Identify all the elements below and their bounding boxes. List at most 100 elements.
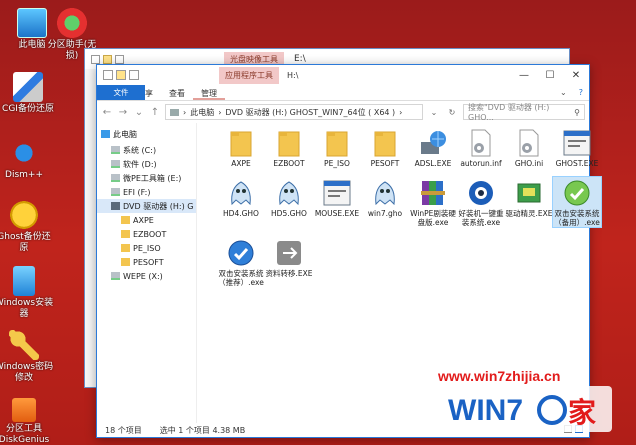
network-globe-icon — [409, 127, 457, 159]
nav-item-label: EFI (F:) — [123, 187, 151, 197]
breadcrumb-item[interactable]: 此电脑 — [190, 107, 214, 118]
window-controls: — ☐ ✕ — [511, 65, 589, 85]
ghost-file-icon — [217, 177, 265, 209]
file-name: win7.gho — [367, 209, 403, 218]
folder-icon — [121, 216, 130, 224]
nav-item-label: 系统 (C:) — [123, 145, 157, 155]
nav-item[interactable]: PE_ISO — [97, 241, 196, 255]
install-green-icon — [553, 177, 601, 209]
file-item[interactable]: PE_ISO — [313, 127, 361, 168]
file-name: PE_ISO — [324, 159, 350, 168]
file-name: HD5.GHO — [271, 209, 307, 218]
nav-item[interactable]: EZBOOT — [97, 227, 196, 241]
search-input[interactable]: 搜索"DVD 驱动器 (H:) GHO... ⚲ — [463, 103, 585, 122]
context-tab-app-tools[interactable]: 应用程序工具 — [219, 66, 279, 84]
folder-icon — [313, 127, 361, 159]
folder-icon — [217, 127, 265, 159]
nav-item[interactable]: DVD 驱动器 (H:) G — [97, 199, 196, 213]
file-item[interactable]: GHO.ini — [505, 127, 553, 168]
win7-logo: WIN7 家 — [442, 386, 612, 432]
desktop-icon-windows-password[interactable]: Windows密码修改 — [0, 330, 54, 384]
computer-icon — [101, 130, 110, 138]
file-item[interactable]: HD4.GHO — [217, 177, 265, 218]
nav-item-label: 此电脑 — [113, 129, 137, 139]
file-name: autorun.inf — [460, 159, 502, 168]
file-name: 好装机一键重装系统.exe — [458, 209, 504, 227]
desktop-icon-label: Ghost备份还原 — [0, 232, 51, 253]
folder-icon — [265, 127, 313, 159]
file-item[interactable]: MOUSE.EXE — [313, 177, 361, 218]
address-bar[interactable]: › 此电脑 › DVD 驱动器 (H:) GHOST_WIN7_64位 ( X6… — [165, 104, 423, 120]
file-item[interactable]: AXPE — [217, 127, 265, 168]
nav-item[interactable]: AXPE — [97, 213, 196, 227]
desktop-icon-cgi[interactable]: CGI备份还原 — [0, 72, 58, 115]
file-item[interactable]: GHOST.EXE — [553, 127, 601, 168]
file-item[interactable]: 驱动精灵.EXE — [505, 177, 553, 218]
address-drive-icon — [170, 108, 179, 116]
folder-icon — [361, 127, 409, 159]
back-window-title: E:\ — [294, 54, 306, 64]
refresh-icon[interactable]: ↻ — [445, 108, 459, 117]
minimize-button[interactable]: — — [511, 65, 537, 85]
ribbon-tabs: 文件 主页 共享 查看 管理 ⌄ ? — [97, 85, 589, 101]
file-item[interactable]: 好装机一键重装系统.exe — [457, 177, 505, 227]
settings-file-icon — [505, 127, 553, 159]
desktop-icon-windows-installer[interactable]: Windows安装器 — [0, 266, 54, 320]
new-folder-icon[interactable] — [116, 70, 126, 80]
file-item[interactable]: ADSL.EXE — [409, 127, 457, 168]
address-dropdown-icon[interactable]: ⌄ — [427, 108, 441, 117]
tab-view[interactable]: 查看 — [161, 85, 193, 100]
file-item[interactable]: 双击安装系统（推荐）.exe — [217, 237, 265, 287]
drive-icon — [111, 160, 120, 168]
file-name: MOUSE.EXE — [314, 209, 360, 218]
ghost-file-icon — [361, 177, 409, 209]
file-item[interactable]: autorun.inf — [457, 127, 505, 168]
file-item[interactable]: PESOFT — [361, 127, 409, 168]
desktop-icon-ghost[interactable]: Ghost备份还原 — [0, 200, 54, 254]
help-icon[interactable]: ? — [573, 85, 589, 100]
tab-manage[interactable]: 管理 — [193, 85, 225, 100]
nav-item[interactable]: PESOFT — [97, 255, 196, 269]
desktop-icon-diskgenius[interactable]: 分区工具DiskGenius — [0, 398, 54, 445]
window-app-icon — [553, 127, 601, 159]
nav-item[interactable]: WEPE (X:) — [97, 269, 196, 283]
file-item[interactable]: WinPE剧装硬盘版.exe — [409, 177, 457, 227]
file-name: 资料转移.EXE — [265, 269, 313, 278]
nav-item[interactable]: 此电脑 — [97, 127, 196, 141]
search-placeholder: 搜索"DVD 驱动器 (H:) GHO... — [468, 103, 550, 122]
folder-icon — [121, 244, 130, 252]
qat-customize-icon[interactable] — [129, 70, 139, 80]
nav-item[interactable]: 系统 (C:) — [97, 143, 196, 157]
close-button[interactable]: ✕ — [563, 65, 589, 85]
tab-file[interactable]: 文件 — [97, 85, 145, 100]
nav-item[interactable]: 微PE工具箱 (E:) — [97, 171, 196, 185]
settings-file-icon — [457, 127, 505, 159]
file-item[interactable]: 双击安装系统（备用）.exe — [552, 176, 602, 228]
svg-text:WIN7: WIN7 — [448, 394, 523, 427]
nav-item-label: EZBOOT — [133, 229, 167, 239]
breadcrumb-item[interactable]: DVD 驱动器 (H:) GHOST_WIN7_64位 ( X64 ) — [225, 107, 395, 118]
back-arrow-icon[interactable]: ← — [101, 107, 113, 118]
file-item[interactable]: 资料转移.EXE — [265, 237, 313, 278]
partition-assistant-icon — [57, 8, 87, 38]
desktop-icon-label: Windows安装器 — [0, 298, 54, 319]
quick-access-toolbar — [97, 70, 139, 80]
file-name: AXPE — [231, 159, 251, 168]
nav-item[interactable]: EFI (F:) — [97, 185, 196, 199]
file-name: ADSL.EXE — [414, 159, 452, 168]
forward-arrow-icon[interactable]: → — [117, 107, 129, 118]
recent-chevron-icon[interactable]: ⌄ — [133, 107, 145, 118]
up-arrow-icon[interactable]: ↑ — [149, 107, 161, 118]
nav-item[interactable]: 软件 (D:) — [97, 157, 196, 171]
desktop-icon-dism[interactable]: Dism++ — [0, 138, 54, 181]
ribbon-expand-icon[interactable]: ⌄ — [554, 85, 573, 100]
file-item[interactable]: HD5.GHO — [265, 177, 313, 218]
drive-icon — [111, 174, 120, 182]
desktop-icon-label: CGI备份还原 — [2, 104, 54, 114]
key-icon — [9, 330, 39, 360]
properties-icon[interactable] — [103, 70, 113, 80]
file-item[interactable]: win7.gho — [361, 177, 409, 218]
maximize-button[interactable]: ☐ — [537, 65, 563, 85]
file-item[interactable]: EZBOOT — [265, 127, 313, 168]
watermark-url: www.win7zhijia.cn — [438, 368, 561, 384]
